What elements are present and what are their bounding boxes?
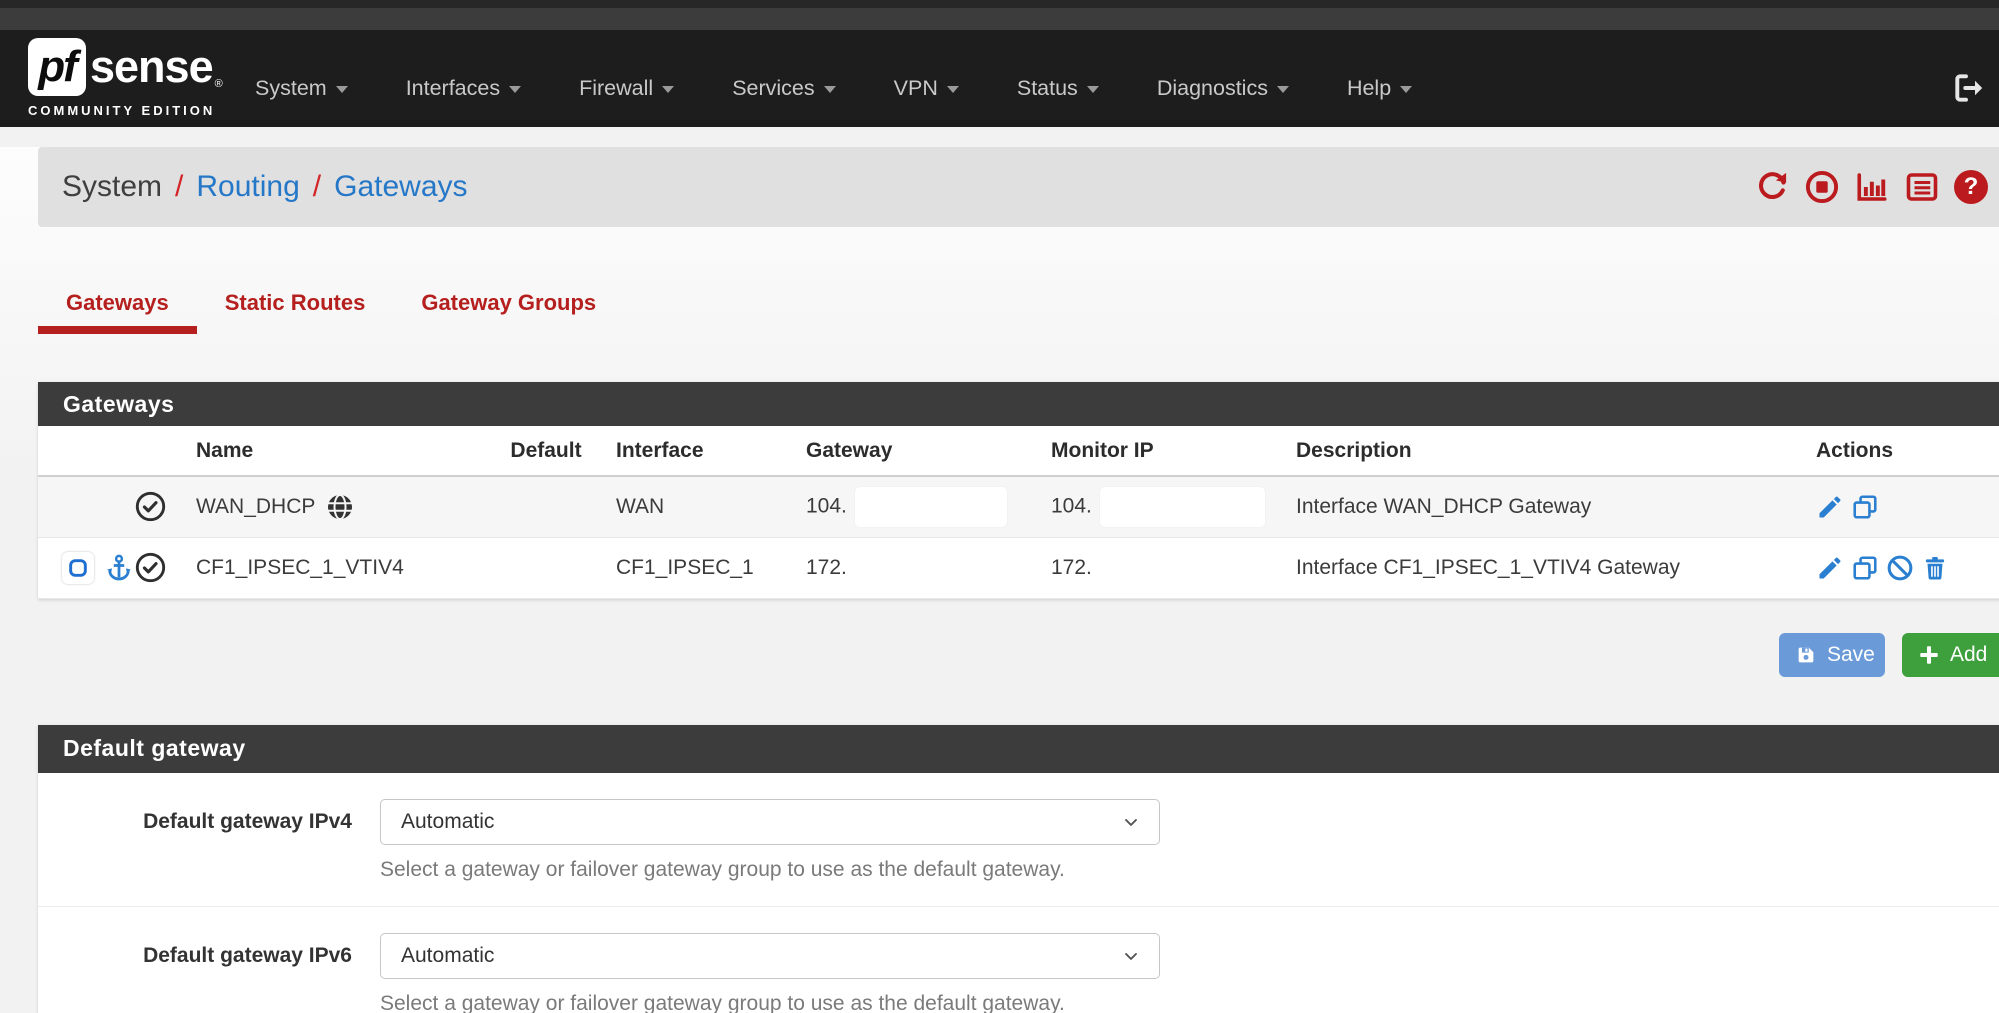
- anchor-icon[interactable]: [104, 553, 134, 583]
- chevron-down-icon: [1121, 946, 1141, 966]
- pf-logo-text: pf: [38, 42, 76, 92]
- gateways-table: Name Default Interface Gateway Monitor I…: [38, 426, 1999, 599]
- menu-system[interactable]: System: [226, 76, 377, 101]
- breadcrumb-section: System: [62, 170, 162, 204]
- list-icon[interactable]: [1904, 169, 1940, 205]
- interface-cell: WAN: [616, 476, 806, 537]
- gateway-name: CF1_IPSEC_1_VTIV4: [196, 537, 476, 598]
- ipv4-help-text: Select a gateway or failover gateway gro…: [380, 858, 1999, 882]
- registered-mark: ®: [215, 78, 223, 90]
- chevron-down-icon: [1121, 812, 1141, 832]
- copy-icon[interactable]: [1851, 493, 1879, 521]
- description-cell: Interface WAN_DHCP Gateway: [1296, 476, 1816, 537]
- panel-title: Default gateway: [63, 735, 246, 762]
- stop-circle-icon[interactable]: [1804, 169, 1840, 205]
- chevron-down-icon: [947, 86, 959, 93]
- add-button[interactable]: Add: [1902, 633, 1999, 677]
- bar-chart-icon[interactable]: [1854, 169, 1890, 205]
- redacted-value-mask: [855, 487, 1007, 527]
- chevron-down-icon: [1277, 86, 1289, 93]
- breadcrumb-separator: /: [175, 170, 183, 204]
- checkbox-outline-icon[interactable]: [62, 552, 94, 584]
- chevron-down-icon: [1400, 86, 1412, 93]
- default-cell: [476, 537, 616, 598]
- col-header-monitor: Monitor IP: [1051, 426, 1296, 476]
- form-row-ipv4: Default gateway IPv4 Automatic: [38, 773, 1999, 845]
- default-cell: [476, 476, 616, 537]
- check-circle-icon: [134, 490, 196, 523]
- plus-icon: [1918, 644, 1940, 666]
- help-icon[interactable]: ?: [1954, 170, 1988, 204]
- save-floppy-icon: [1795, 644, 1817, 666]
- chevron-down-icon: [662, 86, 674, 93]
- default-gateway-ipv6-label: Default gateway IPv6: [38, 944, 380, 968]
- menu-help[interactable]: Help: [1318, 76, 1441, 101]
- default-gateway-panel-header: Default gateway: [38, 725, 1999, 773]
- menu-vpn[interactable]: VPN: [865, 76, 988, 101]
- col-header-interface: Interface: [616, 426, 806, 476]
- description-cell: Interface CF1_IPSEC_1_VTIV4 Gateway: [1296, 537, 1816, 598]
- main-menu: System Interfaces Firewall Services VPN …: [226, 66, 1441, 110]
- col-header-name: Name: [196, 426, 476, 476]
- gateways-panel-header: Gateways: [38, 382, 1999, 426]
- breadcrumb: System / Routing / Gateways ?: [38, 147, 1999, 227]
- tab-bar: Gateways Static Routes Gateway Groups: [38, 290, 1999, 334]
- gateway-ip: 104.: [806, 494, 847, 517]
- pencil-icon[interactable]: [1816, 493, 1844, 521]
- trash-icon[interactable]: [1921, 554, 1949, 582]
- breadcrumb-link-gateways[interactable]: Gateways: [334, 170, 467, 204]
- col-header-description: Description: [1296, 426, 1816, 476]
- monitor-ip: 104.: [1051, 494, 1092, 517]
- menu-status[interactable]: Status: [988, 76, 1128, 101]
- pf-logo-box: pf: [28, 38, 86, 96]
- tab-gateways[interactable]: Gateways: [38, 290, 197, 334]
- ban-icon[interactable]: [1886, 554, 1914, 582]
- chevron-down-icon: [824, 86, 836, 93]
- menu-interfaces[interactable]: Interfaces: [377, 76, 550, 101]
- breadcrumb-link-routing[interactable]: Routing: [196, 170, 299, 204]
- gateways-panel: Gateways Name Default Interface Gateway: [38, 382, 1999, 599]
- table-row-wan-dhcp: WAN_DHCP WAN 104. 104. Interface WAN_DHC…: [38, 476, 1999, 537]
- default-gateway-ipv4-select[interactable]: Automatic: [380, 799, 1160, 845]
- menu-services[interactable]: Services: [703, 76, 864, 101]
- pencil-icon[interactable]: [1816, 554, 1844, 582]
- chevron-down-icon: [509, 86, 521, 93]
- panel-title: Gateways: [63, 391, 174, 418]
- copy-icon[interactable]: [1851, 554, 1879, 582]
- interface-cell: CF1_IPSEC_1: [616, 537, 806, 598]
- page-body: System / Routing / Gateways ?: [0, 147, 1999, 1013]
- col-header-gateway: Gateway: [806, 426, 1051, 476]
- table-actions-row: Save Add: [38, 633, 1999, 677]
- menu-diagnostics[interactable]: Diagnostics: [1128, 76, 1318, 101]
- edition-label: COMMUNITY EDITION: [28, 103, 223, 118]
- col-header-actions: Actions: [1816, 426, 1999, 476]
- col-header-default: Default: [476, 426, 616, 476]
- gateway-ip: 172.: [806, 537, 1051, 598]
- form-row-ipv6: Default gateway IPv6 Automatic: [38, 907, 1999, 979]
- breadcrumb-separator: /: [313, 170, 321, 204]
- pfsense-logo[interactable]: pf sense ® COMMUNITY EDITION: [28, 38, 223, 118]
- default-gateway-ipv4-label: Default gateway IPv4: [38, 810, 380, 834]
- top-navbar: pf sense ® COMMUNITY EDITION System Inte…: [0, 30, 1999, 127]
- ipv6-help-text: Select a gateway or failover gateway gro…: [380, 992, 1999, 1013]
- window-chrome-strip: [0, 8, 1999, 30]
- chevron-down-icon: [336, 86, 348, 93]
- chevron-down-icon: [1087, 86, 1099, 93]
- menu-firewall[interactable]: Firewall: [550, 76, 703, 101]
- default-gateway-panel: Default gateway Default gateway IPv4 Aut…: [38, 725, 1999, 1013]
- sign-out-icon[interactable]: [1951, 70, 1987, 106]
- table-row-cf1-ipsec: CF1_IPSEC_1_VTIV4 CF1_IPSEC_1 172. 172. …: [38, 537, 1999, 598]
- redacted-value-mask: [1100, 487, 1265, 527]
- check-circle-icon: [134, 551, 196, 584]
- globe-icon: [325, 492, 355, 522]
- refresh-icon[interactable]: [1754, 169, 1790, 205]
- default-gateway-ipv6-select[interactable]: Automatic: [380, 933, 1160, 979]
- monitor-ip: 172.: [1051, 537, 1296, 598]
- window-chrome-strip: [0, 0, 1999, 8]
- gateway-name: WAN_DHCP: [196, 495, 315, 519]
- tab-gateway-groups[interactable]: Gateway Groups: [393, 290, 624, 334]
- tab-static-routes[interactable]: Static Routes: [197, 290, 394, 334]
- sense-logo-text: sense: [90, 41, 213, 93]
- save-button[interactable]: Save: [1779, 633, 1885, 677]
